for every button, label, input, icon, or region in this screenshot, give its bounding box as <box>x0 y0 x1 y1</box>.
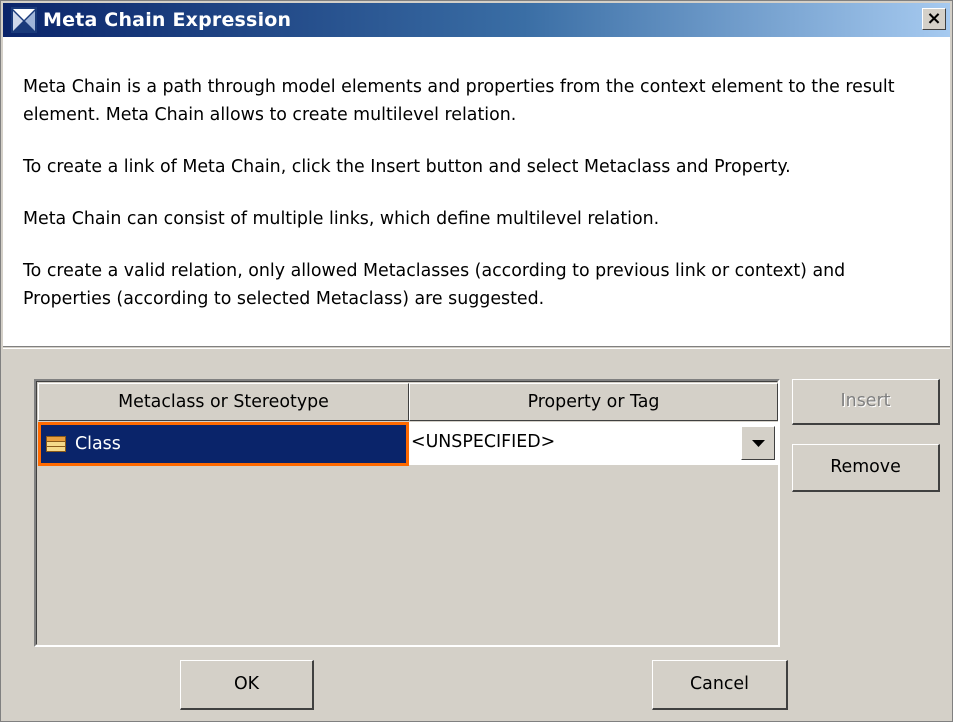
ok-button[interactable]: OK <box>180 660 314 710</box>
description-paragraph-1: Meta Chain is a path through model eleme… <box>23 77 895 125</box>
app-logo-icon <box>11 7 37 33</box>
description-panel: Meta Chain is a path through model eleme… <box>3 37 950 347</box>
property-dropdown-button[interactable] <box>741 426 775 460</box>
column-header-metaclass[interactable]: Metaclass or Stereotype <box>38 383 409 421</box>
class-icon <box>46 436 66 452</box>
property-cell[interactable]: <UNSPECIFIED> <box>409 422 778 466</box>
meta-chain-dialog: Meta Chain Expression × Meta Chain is a … <box>0 0 953 722</box>
dialog-title: Meta Chain Expression <box>43 9 292 31</box>
description-paragraph-4: To create a valid relation, only allowed… <box>23 261 846 309</box>
remove-button[interactable]: Remove <box>792 444 940 492</box>
close-icon: × <box>926 8 942 29</box>
title-bar[interactable]: Meta Chain Expression × <box>3 3 950 37</box>
metaclass-value: Class <box>75 434 121 454</box>
chevron-down-icon <box>752 440 765 447</box>
close-button[interactable]: × <box>922 8 946 30</box>
table-row[interactable]: Class <UNSPECIFIED> <box>38 422 778 466</box>
column-header-property[interactable]: Property or Tag <box>409 383 778 421</box>
property-value: <UNSPECIFIED> <box>411 432 556 452</box>
metaclass-cell[interactable]: Class <box>38 422 409 466</box>
divider <box>3 348 950 349</box>
description-paragraph-3: Meta Chain can consist of multiple links… <box>23 209 660 229</box>
cancel-button[interactable]: Cancel <box>652 660 788 710</box>
insert-button[interactable]: Insert <box>792 379 940 425</box>
table-body[interactable]: Metaclass or Stereotype Property or Tag … <box>36 381 778 645</box>
description-paragraph-2: To create a link of Meta Chain, click th… <box>23 157 791 177</box>
meta-chain-table: Metaclass or Stereotype Property or Tag … <box>34 379 780 647</box>
